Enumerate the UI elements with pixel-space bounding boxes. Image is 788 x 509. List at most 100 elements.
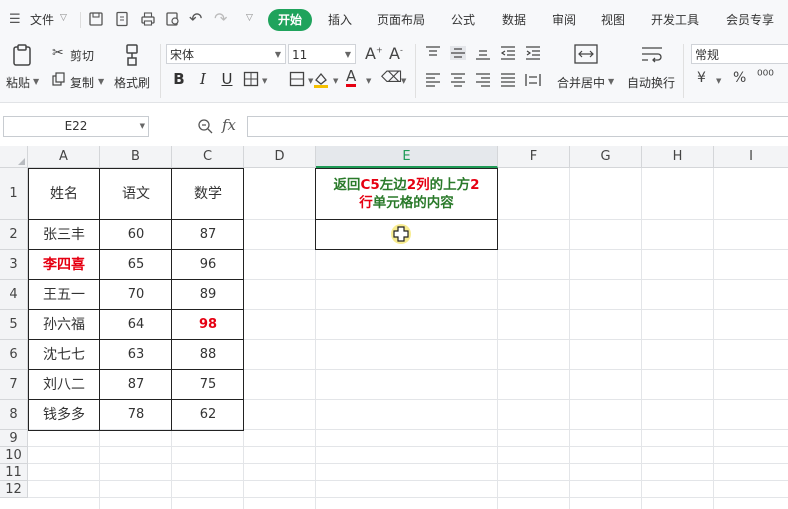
- undo-icon[interactable]: ↶: [189, 9, 202, 28]
- file-menu[interactable]: 文件: [30, 11, 54, 28]
- row-header-12[interactable]: 12: [0, 481, 28, 498]
- tab-page-layout[interactable]: 页面布局: [377, 11, 425, 28]
- wrap-text-icon[interactable]: [640, 44, 664, 64]
- formula-input[interactable]: [247, 116, 788, 137]
- table-cell[interactable]: 87: [100, 370, 172, 400]
- chevron-down-icon[interactable]: ▽: [60, 13, 67, 23]
- print-icon[interactable]: [140, 11, 156, 27]
- align-middle-icon[interactable]: [450, 46, 466, 60]
- redo-icon[interactable]: ↷: [214, 9, 227, 28]
- row-header-10[interactable]: 10: [0, 447, 28, 464]
- table-cell-highlight[interactable]: 98: [172, 310, 244, 340]
- copy-icon[interactable]: [52, 72, 66, 86]
- table-cell[interactable]: 孙六福: [28, 310, 100, 340]
- tab-insert[interactable]: 插入: [328, 11, 352, 28]
- table-cell[interactable]: 87: [172, 220, 244, 250]
- percent-icon[interactable]: %: [733, 70, 746, 86]
- row-header-5[interactable]: 5: [0, 310, 28, 340]
- row-header-7[interactable]: 7: [0, 370, 28, 400]
- export-pdf-icon[interactable]: [114, 11, 130, 27]
- chevron-down-icon[interactable]: ▼: [98, 77, 104, 86]
- tab-formulas[interactable]: 公式: [451, 11, 475, 28]
- currency-icon[interactable]: ¥: [697, 70, 706, 86]
- hamburger-icon[interactable]: ☰: [9, 12, 21, 27]
- tab-member[interactable]: 会员专享: [726, 11, 774, 28]
- fill-color-icon[interactable]: [312, 70, 330, 88]
- table-cell[interactable]: 63: [100, 340, 172, 370]
- align-top-icon[interactable]: [425, 46, 441, 60]
- column-header-b[interactable]: B: [100, 146, 172, 168]
- cut-button[interactable]: 剪切: [70, 47, 94, 64]
- decrease-font-icon[interactable]: A-: [389, 44, 403, 63]
- increase-indent-icon[interactable]: [525, 46, 541, 60]
- justify-icon[interactable]: [500, 73, 516, 87]
- fx-icon[interactable]: fx: [222, 116, 236, 134]
- table-cell[interactable]: 王五一: [28, 280, 100, 310]
- wrap-text-button[interactable]: 自动换行: [627, 74, 675, 91]
- merge-border-icon[interactable]: [289, 71, 305, 87]
- column-header-e[interactable]: E: [316, 146, 498, 168]
- table-cell[interactable]: 65: [100, 250, 172, 280]
- table-cell[interactable]: 钱多多: [28, 400, 100, 430]
- tab-data[interactable]: 数据: [502, 11, 526, 28]
- table-cell[interactable]: 刘八二: [28, 370, 100, 400]
- header-cell-chinese[interactable]: 语文: [100, 168, 172, 220]
- font-size-select[interactable]: 11 ▼: [288, 44, 356, 64]
- column-header-d[interactable]: D: [244, 146, 316, 168]
- header-cell-name[interactable]: 姓名: [28, 168, 100, 220]
- row-header-11[interactable]: 11: [0, 464, 28, 481]
- row-header-4[interactable]: 4: [0, 280, 28, 310]
- paste-button[interactable]: 粘贴: [6, 74, 30, 91]
- chevron-down-icon[interactable]: ▼: [333, 77, 338, 85]
- tab-view[interactable]: 视图: [601, 11, 625, 28]
- select-all-corner[interactable]: [0, 146, 28, 168]
- number-format-select[interactable]: 常规: [691, 44, 788, 64]
- thousands-separator-icon[interactable]: ⁰⁰⁰: [757, 68, 774, 84]
- bold-icon[interactable]: B: [170, 70, 188, 88]
- save-icon[interactable]: [88, 11, 104, 27]
- border-icon[interactable]: [243, 71, 259, 87]
- underline-icon[interactable]: U: [218, 70, 236, 88]
- row-header-2[interactable]: 2: [0, 220, 28, 250]
- column-header-h[interactable]: H: [642, 146, 714, 168]
- merge-center-icon[interactable]: [574, 44, 598, 64]
- distributed-icon[interactable]: [525, 73, 541, 87]
- merge-center-button[interactable]: 合并居中: [557, 74, 605, 91]
- chevron-down-icon[interactable]: ▼: [608, 77, 614, 86]
- row-header-1[interactable]: 1: [0, 168, 28, 220]
- column-header-f[interactable]: F: [498, 146, 570, 168]
- format-painter-icon[interactable]: [121, 43, 143, 67]
- cut-icon[interactable]: ✂: [52, 45, 64, 61]
- chevron-down-icon[interactable]: ▼: [716, 77, 721, 85]
- print-preview-icon[interactable]: [165, 11, 181, 27]
- column-header-c[interactable]: C: [172, 146, 244, 168]
- column-header-i[interactable]: I: [714, 146, 788, 168]
- row-header-3[interactable]: 3: [0, 250, 28, 280]
- header-cell-math[interactable]: 数学: [172, 168, 244, 220]
- row-header-9[interactable]: 9: [0, 430, 28, 447]
- italic-icon[interactable]: I: [194, 70, 212, 88]
- question-cell[interactable]: 返回C5左边2列的上方2 行单元格的内容: [318, 176, 495, 212]
- tab-home[interactable]: 开始: [268, 9, 312, 31]
- table-cell[interactable]: 62: [172, 400, 244, 430]
- align-right-icon[interactable]: [475, 73, 491, 87]
- chevron-down-icon[interactable]: ▼: [401, 77, 406, 85]
- name-box[interactable]: E22 ▼: [3, 116, 149, 137]
- tab-review[interactable]: 审阅: [552, 11, 576, 28]
- table-cell[interactable]: 64: [100, 310, 172, 340]
- table-cell[interactable]: 张三丰: [28, 220, 100, 250]
- table-cell[interactable]: 96: [172, 250, 244, 280]
- table-cell[interactable]: 89: [172, 280, 244, 310]
- paste-icon[interactable]: [10, 43, 34, 67]
- column-header-g[interactable]: G: [570, 146, 642, 168]
- zoom-formula-icon[interactable]: [197, 118, 213, 134]
- table-cell[interactable]: 沈七七: [28, 340, 100, 370]
- row-header-8[interactable]: 8: [0, 400, 28, 430]
- tab-developer[interactable]: 开发工具: [651, 11, 699, 28]
- table-cell[interactable]: 75: [172, 370, 244, 400]
- table-cell[interactable]: 70: [100, 280, 172, 310]
- format-painter-button[interactable]: 格式刷: [114, 74, 150, 91]
- align-bottom-icon[interactable]: [475, 46, 491, 60]
- row-header-6[interactable]: 6: [0, 340, 28, 370]
- align-left-icon[interactable]: [425, 73, 441, 87]
